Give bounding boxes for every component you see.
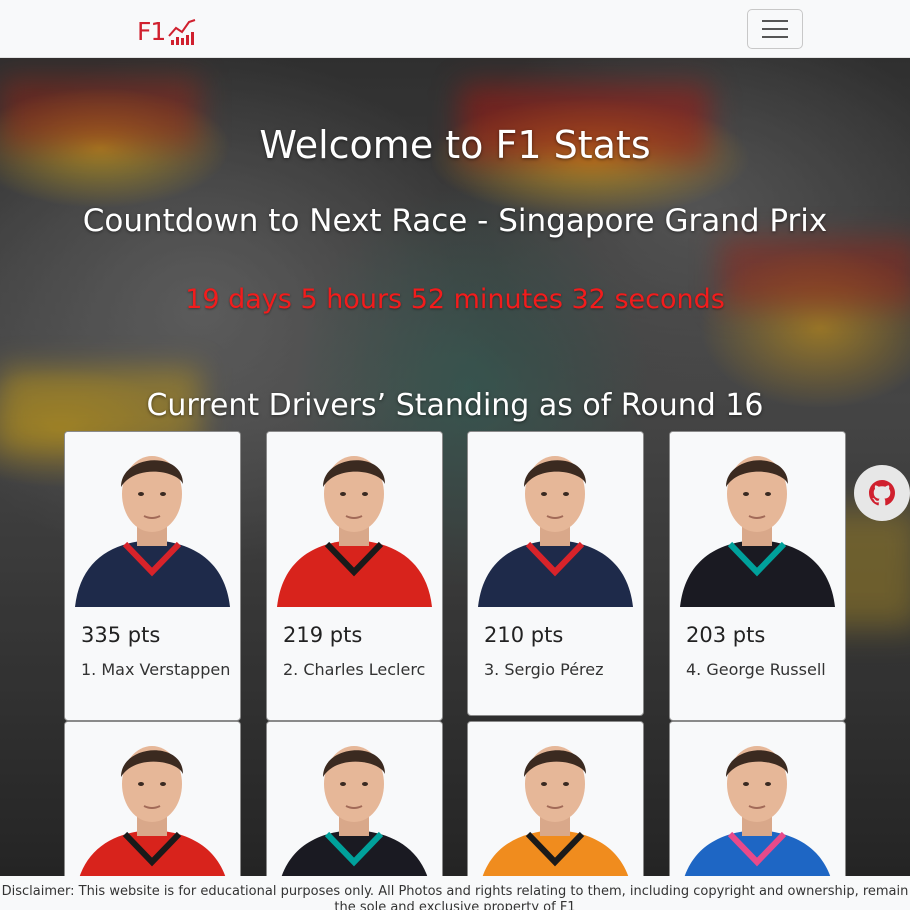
driver-card[interactable]: 219 pts 2. Charles Leclerc <box>266 431 443 721</box>
github-link-button[interactable] <box>854 465 910 521</box>
driver-name: 2. Charles Leclerc <box>283 660 426 679</box>
driver-card[interactable]: 335 pts 1. Max Verstappen <box>64 431 241 721</box>
driver-photo <box>65 432 240 607</box>
welcome-heading: Welcome to F1 Stats <box>259 123 651 167</box>
logo-text: F1 <box>137 17 166 46</box>
driver-photo <box>468 432 643 607</box>
driver-points: 203 pts <box>686 623 766 647</box>
driver-photo <box>468 722 643 897</box>
driver-points: 210 pts <box>484 623 564 647</box>
disclaimer-text: Disclaimer: This website is for educatio… <box>1 884 909 910</box>
driver-photo <box>670 432 845 607</box>
driver-photo <box>267 722 442 897</box>
countdown-title: Countdown to Next Race - Singapore Grand… <box>82 203 828 239</box>
navbar: F1 <box>0 0 910 58</box>
navbar-toggle-button[interactable] <box>747 9 803 49</box>
driver-photo <box>267 432 442 607</box>
driver-name: 3. Sergio Pérez <box>484 660 604 679</box>
f1-stats-logo[interactable]: F1 <box>137 14 197 46</box>
driver-name: 1. Max Verstappen <box>81 660 231 679</box>
github-icon <box>869 480 895 506</box>
driver-card[interactable]: 210 pts 3. Sergio Pérez <box>467 431 644 716</box>
driver-points: 219 pts <box>283 623 363 647</box>
countdown-timer: 19 days 5 hours 52 minutes 32 seconds <box>185 284 725 315</box>
standings-title: Current Drivers’ Standing as of Round 16 <box>146 388 764 423</box>
driver-name: 4. George Russell <box>686 660 826 679</box>
driver-card[interactable]: 203 pts 4. George Russell <box>669 431 846 721</box>
driver-photo <box>670 722 845 897</box>
chart-icon <box>168 19 196 45</box>
disclaimer-footer: Disclaimer: This website is for educatio… <box>0 876 910 910</box>
driver-points: 335 pts <box>81 623 161 647</box>
hamburger-icon <box>762 20 788 22</box>
driver-photo <box>65 722 240 897</box>
